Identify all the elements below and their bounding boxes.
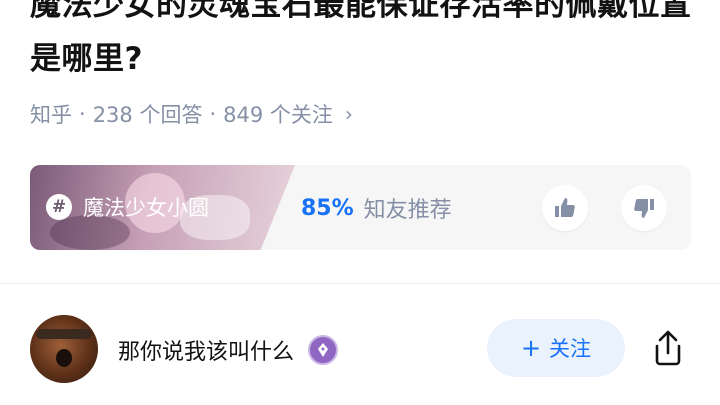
hashtag-icon: # xyxy=(46,194,72,220)
meta-separator: · xyxy=(209,102,217,126)
author-info[interactable]: 那你说我该叫什么 xyxy=(118,334,339,366)
thumb-down-icon xyxy=(634,199,654,218)
chevron-right-icon: › xyxy=(344,102,353,126)
pen-nib-icon xyxy=(308,335,339,365)
plus-icon: + xyxy=(520,334,542,362)
recommend-percent: 85% xyxy=(301,195,354,221)
follower-count: 849 个关注 xyxy=(223,103,333,127)
topic-label: 魔法少女小圆 xyxy=(83,196,209,220)
topic-recommend-card: # 魔法少女小圆 85% 知友推荐 xyxy=(30,165,691,250)
thumb-up-icon xyxy=(555,198,575,217)
topic-tag[interactable]: # 魔法少女小圆 xyxy=(46,192,209,222)
question-title: 魔法少女的灵魂宝石最能保证存活率的佩戴位置是哪里? xyxy=(30,0,692,77)
question-meta[interactable]: 知乎 · 238 个回答 · 849 个关注 › xyxy=(30,99,353,129)
meta-separator: · xyxy=(79,102,86,126)
share-icon xyxy=(655,330,681,366)
section-divider xyxy=(0,283,720,284)
recommend-rate: 85% 知友推荐 xyxy=(301,192,452,224)
downvote-button[interactable] xyxy=(621,185,667,231)
source-label: 知乎 xyxy=(30,103,72,127)
author-name[interactable]: 那你说我该叫什么 xyxy=(118,334,294,366)
follow-button[interactable]: + 关注 xyxy=(487,319,625,377)
follow-label: 关注 xyxy=(549,337,592,361)
recommend-label: 知友推荐 xyxy=(363,198,452,223)
answer-count: 238 个回答 xyxy=(92,103,203,127)
upvote-button[interactable] xyxy=(542,185,588,231)
avatar[interactable] xyxy=(30,315,98,383)
share-button[interactable] xyxy=(648,328,688,368)
